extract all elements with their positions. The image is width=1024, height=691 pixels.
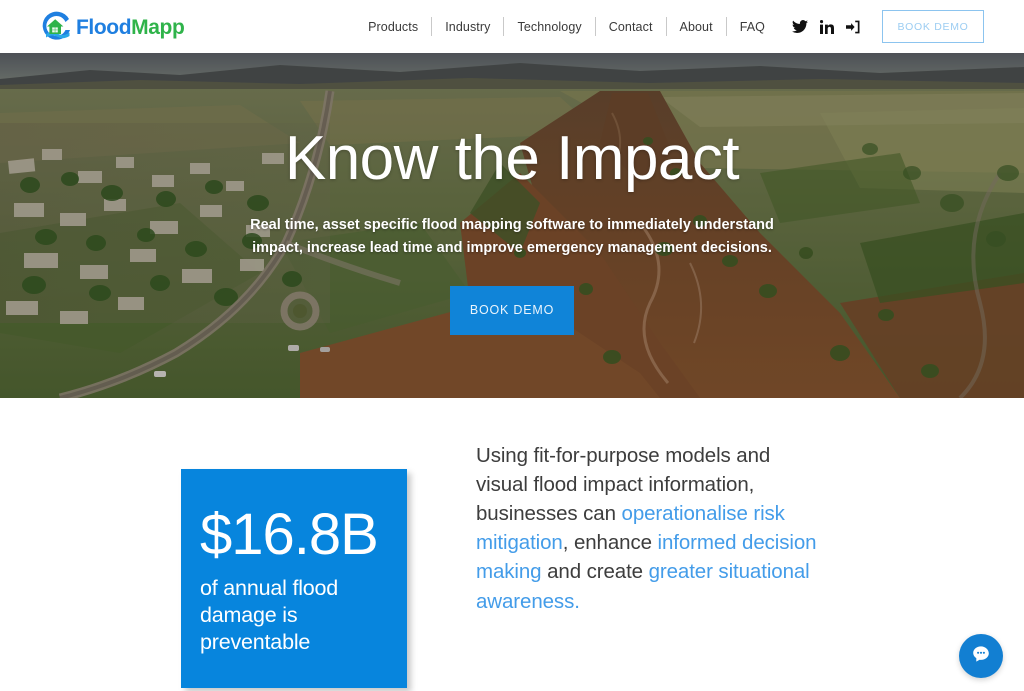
stat-card: $16.8B of annual flood damage is prevent…: [181, 469, 407, 688]
copy-segment-4: and create: [541, 560, 649, 584]
logo-text-flood: Flood: [76, 15, 132, 39]
login-icon[interactable]: [846, 20, 860, 34]
logo-text-mapp: Mapp: [131, 15, 185, 39]
nav-item-technology[interactable]: Technology: [504, 18, 594, 36]
nav-links: Products Industry Technology Contact Abo…: [355, 17, 778, 36]
chat-widget-button[interactable]: [959, 634, 1003, 678]
stats-section: $16.8B of annual flood damage is prevent…: [0, 398, 1024, 691]
hero-content: Know the Impact Real time, asset specifi…: [0, 53, 1024, 398]
stats-description: Using fit-for-purpose models and visual …: [476, 441, 826, 616]
social-icons: [792, 19, 860, 34]
chat-bubble-icon: [970, 643, 992, 670]
hero-title: Know the Impact: [284, 124, 740, 193]
top-navigation-bar: FloodMapp Products Industry Technology C…: [0, 0, 1024, 53]
hero-book-demo-button[interactable]: BOOK DEMO: [450, 285, 574, 335]
stat-label: of annual flood damage is preventable: [200, 576, 339, 655]
logo-text: FloodMapp: [76, 15, 185, 39]
nav-book-demo-button[interactable]: BOOK DEMO: [882, 10, 984, 43]
logo[interactable]: FloodMapp: [40, 9, 185, 45]
nav-item-products[interactable]: Products: [355, 18, 431, 36]
copy-segment-2: , enhance: [562, 531, 658, 555]
nav-right-group: Products Industry Technology Contact Abo…: [355, 0, 984, 53]
nav-item-contact[interactable]: Contact: [596, 18, 666, 36]
hero-section: Know the Impact Real time, asset specifi…: [0, 53, 1024, 398]
nav-item-industry[interactable]: Industry: [432, 18, 503, 36]
nav-item-faq[interactable]: FAQ: [727, 18, 778, 36]
twitter-icon[interactable]: [792, 19, 808, 34]
stat-value: $16.8B: [200, 502, 379, 567]
house-in-water-circle-icon: [40, 10, 74, 44]
linkedin-icon[interactable]: [820, 19, 834, 34]
nav-item-about[interactable]: About: [667, 18, 726, 36]
hero-subtitle: Real time, asset specific flood mapping …: [250, 217, 774, 257]
